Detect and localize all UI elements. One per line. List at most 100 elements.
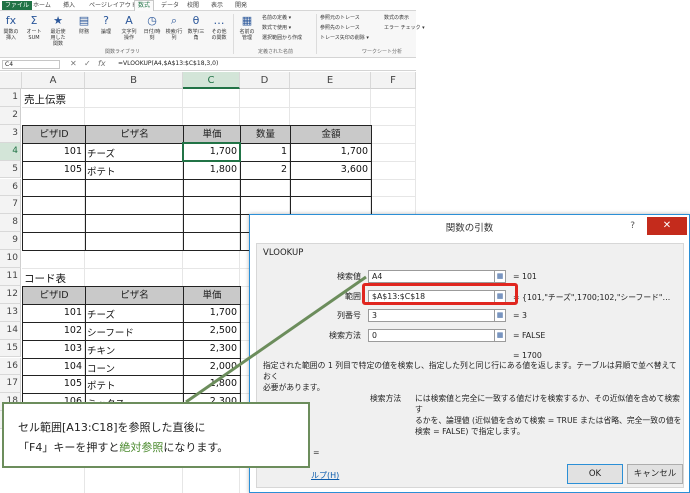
trace-dependents-button[interactable]: 参照先のトレース — [320, 25, 360, 32]
collapse-dialog-icon[interactable]: ▦ — [494, 309, 506, 322]
active-cell — [182, 141, 241, 162]
table-cell[interactable]: 105 — [24, 164, 82, 175]
row-header[interactable]: 8 — [0, 214, 21, 233]
column-header[interactable]: F — [371, 72, 416, 89]
table-cell[interactable]: 3,600 — [292, 164, 368, 175]
table-cell[interactable]: チーズ — [87, 307, 180, 321]
row-header[interactable]: 10 — [0, 250, 21, 268]
table-cell[interactable]: 101 — [24, 146, 82, 157]
ribbon-button[interactable]: ◷ 日付/時刻 — [143, 14, 161, 41]
table-cell[interactable]: 1 — [242, 146, 287, 157]
ribbon-button[interactable]: ▦ 名前の管理 — [238, 14, 256, 41]
table-cell[interactable]: チーズ — [87, 146, 180, 160]
ribbon-tab[interactable]: 校閲 — [184, 1, 202, 10]
show-formulas-button[interactable]: 数式の表示 — [384, 15, 409, 22]
table-cell[interactable]: 2,000 — [185, 361, 237, 372]
column-header[interactable]: E — [290, 72, 371, 89]
help-link[interactable]: ルプ(H) — [311, 470, 339, 481]
ribbon-button[interactable]: A 文字列操作 — [120, 14, 138, 41]
table-cell[interactable]: ポテト — [87, 378, 180, 392]
cancel-icon[interactable]: ✕ — [70, 59, 77, 69]
column-header[interactable]: B — [85, 72, 183, 89]
table-cell[interactable]: 103 — [24, 343, 82, 354]
name-box[interactable]: C4 — [2, 60, 60, 69]
column-header[interactable]: C — [183, 72, 240, 89]
row-header[interactable]: 17 — [0, 375, 21, 394]
row-header[interactable]: 6 — [0, 178, 21, 197]
table-cell[interactable]: 2,300 — [185, 343, 237, 354]
ribbon-button[interactable]: Σ オート SUM — [25, 14, 43, 41]
help-icon[interactable]: ? — [630, 221, 635, 231]
table-cell[interactable]: ポテト — [87, 164, 180, 178]
ribbon-button[interactable]: fx 関数の挿入 — [2, 14, 20, 41]
ribbon-button[interactable]: ? 論理 — [97, 14, 115, 35]
dialog-body: VLOOKUP 検索値 A4 ▦ = 101 範囲 $A$13:$C$18 ▦ … — [256, 243, 684, 488]
ok-button[interactable]: OK — [567, 464, 623, 484]
ribbon-tab[interactable]: 数式 — [134, 0, 155, 11]
column-header[interactable]: A — [22, 72, 85, 89]
table-cell[interactable]: 2 — [242, 164, 287, 175]
row-header[interactable]: 16 — [0, 357, 21, 376]
row-header[interactable]: 11 — [0, 268, 21, 286]
ribbon-tab[interactable]: 表示 — [208, 1, 226, 10]
define-name-button[interactable]: 名前の定義 ▾ — [262, 15, 291, 22]
arg-input-col-index[interactable]: 3 — [368, 309, 498, 322]
ribbon-button-icon: ◷ — [147, 14, 157, 27]
remove-arrows-button[interactable]: トレース矢印の削除 ▾ — [320, 35, 369, 42]
row-header[interactable]: 15 — [0, 339, 21, 358]
error-check-button[interactable]: エラー チェック ▾ — [384, 25, 425, 32]
confirm-icon[interactable]: ✓ — [84, 59, 91, 69]
ribbon-tab[interactable]: データ — [158, 1, 182, 10]
ribbon-tab[interactable]: 挿入 — [60, 1, 78, 10]
sheet-title[interactable]: 売上伝票 — [24, 92, 66, 107]
row-header[interactable]: 12 — [0, 285, 21, 304]
ribbon-tab[interactable]: ホーム — [30, 1, 54, 10]
ribbon-button-icon: ⌕ — [170, 14, 178, 27]
row-header[interactable]: 2 — [0, 106, 21, 125]
row-header[interactable]: 4 — [0, 142, 21, 161]
table-cell[interactable]: 2,500 — [185, 325, 237, 336]
table-cell[interactable]: 1,800 — [185, 378, 237, 389]
close-icon[interactable]: ✕ — [647, 217, 687, 235]
insert-function-icon[interactable]: fx — [98, 59, 106, 69]
table-cell[interactable]: チキン — [87, 343, 180, 357]
row-header[interactable]: 1 — [0, 89, 21, 107]
table-cell[interactable]: 1,700 — [292, 146, 368, 157]
table-cell[interactable]: コーン — [87, 361, 180, 375]
table-cell[interactable]: 105 — [24, 378, 82, 389]
formula-input[interactable]: =VLOOKUP(A4,$A$13:$C$18,3,0) — [118, 60, 218, 68]
formula-bar: C4 ✕ ✓ fx =VLOOKUP(A4,$A$13:$C$18,3,0) — [0, 58, 416, 71]
row-header[interactable]: 9 — [0, 232, 21, 251]
collapse-dialog-icon[interactable]: ▦ — [494, 329, 506, 342]
arg-input-range-lookup[interactable]: 0 — [368, 329, 498, 342]
select-all-corner[interactable] — [0, 72, 22, 89]
trace-precedents-button[interactable]: 参照元のトレース — [320, 15, 360, 22]
table-cell[interactable]: 101 — [24, 307, 82, 318]
code-table-title[interactable]: コード表 — [24, 271, 66, 286]
collapse-dialog-icon[interactable]: ▦ — [494, 270, 506, 283]
ribbon-button[interactable]: … その他の関数 — [210, 14, 228, 41]
create-from-selection-button[interactable]: 選択範囲から作成 — [262, 35, 302, 42]
table-cell[interactable]: 1,800 — [185, 164, 237, 175]
ribbon-tab[interactable]: 開発 — [232, 1, 250, 10]
row-header[interactable]: 5 — [0, 160, 21, 179]
table-cell[interactable]: 102 — [24, 325, 82, 336]
table-cell[interactable]: シーフード — [87, 325, 180, 339]
column-header[interactable]: D — [240, 72, 290, 89]
highlight-box — [362, 283, 518, 305]
use-in-formula-button[interactable]: 数式で使用 ▾ — [262, 25, 291, 32]
ribbon-tab[interactable]: ファイル — [2, 1, 33, 10]
ribbon-button[interactable]: θ 数学/三角 — [187, 14, 205, 41]
arg-input-lookup-value[interactable]: A4 — [368, 270, 498, 283]
row-header[interactable]: 13 — [0, 303, 21, 322]
row-header[interactable]: 3 — [0, 124, 21, 143]
cancel-button[interactable]: キャンセル — [627, 464, 683, 484]
ribbon-tab[interactable]: ページレイアウト — [86, 1, 140, 10]
ribbon-button[interactable]: ⌕ 検索/行列 — [165, 14, 183, 41]
ribbon-button[interactable]: ★ 最近使用した関数 — [49, 14, 67, 47]
row-header[interactable]: 14 — [0, 321, 21, 340]
table-cell[interactable]: 1,700 — [185, 307, 237, 318]
ribbon-button[interactable]: ▤ 財務 — [75, 14, 93, 35]
row-header[interactable]: 7 — [0, 196, 21, 215]
table-cell[interactable]: 104 — [24, 361, 82, 372]
